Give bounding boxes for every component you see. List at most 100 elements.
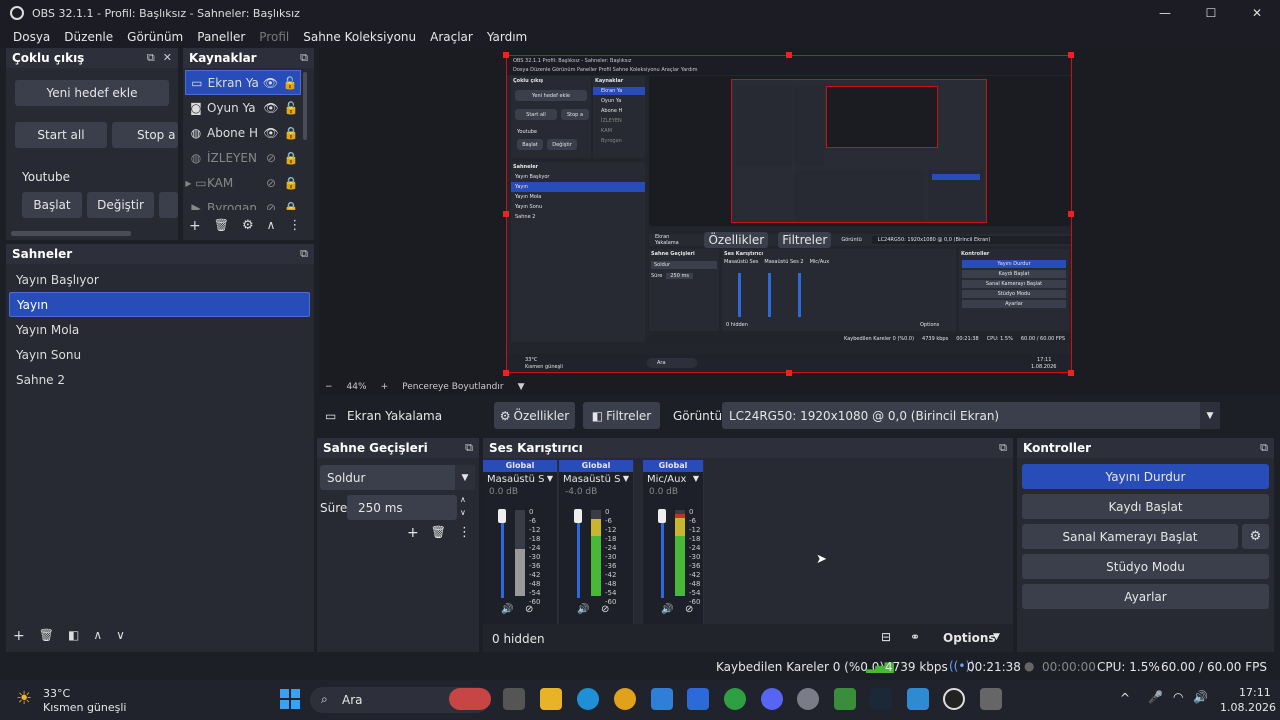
source-item[interactable]: ◍ Abone H 👁 🔒 [185,120,301,145]
spin-down-icon[interactable]: ∨ [460,508,466,517]
resize-handle-t[interactable] [786,52,792,58]
minimize-button[interactable]: — [1142,0,1188,26]
visibility-icon[interactable]: 👁 [261,101,281,115]
source-item[interactable]: ▸ ▭ KAM ⊘ 🔒 [185,170,301,195]
target-more-button[interactable] [159,192,178,218]
studio-mode-button[interactable]: Stüdyo Modu [1022,554,1269,579]
lock-icon[interactable]: 🔒 [281,151,301,165]
speaker-icon[interactable]: 🔊 [661,604,673,615]
steam-icon[interactable] [870,688,892,710]
start-record-button[interactable]: Kaydı Başlat [1022,494,1269,519]
chevron-down-icon[interactable]: ▼ [993,632,1000,642]
start-all-button[interactable]: Start all [15,122,107,148]
muted-speaker-icon[interactable]: 🔊 [501,604,513,615]
menu-item[interactable]: Sahne Koleksiyonu [303,30,416,44]
remove-scene-icon[interactable]: 🗑 [39,628,54,644]
menu-item[interactable]: Araçlar [430,30,473,44]
resize-handle-tr[interactable] [1068,52,1074,58]
volume-fader-track[interactable] [661,512,664,598]
app-thumbnail-icon[interactable] [449,688,491,710]
monitor-off-icon[interactable]: ⊘ [601,604,609,615]
zoom-in-button[interactable]: + [381,382,389,392]
add-scene-icon[interactable]: + [13,628,25,644]
settings-app-icon[interactable] [797,688,819,710]
menu-item[interactable]: Profil [259,30,289,44]
target-change-button[interactable]: Değiştir [87,192,154,218]
monitor-off-icon[interactable]: ⊘ [525,604,533,615]
source-item[interactable]: ◍ İZLEYEN ⊘ 🔒 [185,145,301,170]
undock-icon[interactable]: ⧉ [465,441,473,455]
source-item[interactable]: ▶ Byrogan ⊘ 🔒 [185,195,301,211]
play-app-icon[interactable] [834,688,856,710]
volume-fader-track[interactable] [577,512,580,598]
more-icon[interactable]: ⋮ [288,218,301,234]
chevron-down-icon[interactable]: ▼ [1200,402,1220,429]
tray-up-icon[interactable]: ^ [1120,691,1130,705]
add-source-icon[interactable]: + [189,218,201,234]
source-item[interactable]: ◙ Oyun Ya 👁 🔓 [185,95,301,120]
resize-handle-b[interactable] [786,370,792,376]
remove-transition-icon[interactable]: 🗑 [431,525,446,541]
visibility-icon[interactable]: ⊘ [261,176,281,190]
lock-icon[interactable]: 🔒 [281,201,301,211]
scene-item[interactable]: Sahne 2 [9,367,310,392]
menu-item[interactable]: Görünüm [127,30,183,44]
resize-handle-bl[interactable] [503,370,509,376]
visibility-icon[interactable]: ⊘ [261,151,281,165]
lock-icon[interactable]: 🔓 [280,76,300,90]
maximize-button[interactable]: ☐ [1188,0,1234,26]
source-item[interactable]: ▭ Ekran Ya 👁 🔓 [185,70,301,95]
scene-filters-icon[interactable]: ◧ [68,628,79,644]
channel-name-row[interactable]: Mic/Aux ▼ [643,472,703,487]
more-icon[interactable]: ⋮ [458,525,471,541]
channel-name-row[interactable]: Masaüstü Ses▼ [483,472,557,487]
source-settings-icon[interactable]: ⚙ [242,218,254,234]
scene-down-icon[interactable]: ∨ [116,628,125,644]
mic-icon[interactable]: 🎤 [1148,690,1163,704]
undock-icon[interactable]: ⧉ [300,51,308,65]
scene-item[interactable]: Yayın Sonu [9,342,310,367]
lock-icon[interactable]: 🔓 [281,101,301,115]
remote-desktop-icon[interactable] [907,688,929,710]
edge-icon[interactable] [577,688,599,710]
start-icon[interactable] [280,689,300,709]
wifi-icon[interactable]: ◠ [1173,690,1183,704]
volume-icon[interactable]: 🔊 [1193,690,1208,704]
obs-taskbar-icon[interactable] [943,688,965,710]
clock-time[interactable]: 17:11 [1239,686,1271,699]
menu-item[interactable]: Paneller [197,30,245,44]
zoom-dropdown-icon[interactable]: ▼ [518,382,525,392]
scene-up-icon[interactable]: ∧ [93,628,102,644]
resize-handle-r[interactable] [1068,211,1074,217]
scene-item[interactable]: Yayın Mola [9,317,310,342]
volume-fader-track[interactable] [501,512,504,598]
visibility-icon[interactable]: ⊘ [261,201,281,211]
transition-select[interactable]: Soldur ▼ [320,465,475,490]
chevron-down-icon[interactable]: ▼ [693,474,699,485]
undock-icon[interactable]: ⧉ [300,247,308,261]
discord-icon[interactable] [761,688,783,710]
new-target-button[interactable]: Yeni hedef ekle [15,80,169,106]
gear-icon[interactable]: ⚙ [1242,524,1269,549]
store-icon[interactable] [651,688,673,710]
visibility-icon[interactable]: 👁 [261,126,281,140]
close-dock-icon[interactable]: ✕ [163,51,172,65]
visibility-icon[interactable]: 👁 [261,76,281,90]
scene-item[interactable]: Yayın [9,292,310,317]
duration-field[interactable]: 250 ms [347,495,457,520]
sources-scrollbar[interactable] [303,72,307,140]
lock-icon[interactable]: 🔒 [281,126,301,140]
monitor-off-icon[interactable]: ⊘ [685,604,693,615]
chrome-icon[interactable] [614,688,636,710]
file-explorer-icon[interactable] [540,688,562,710]
settings-button[interactable]: Ayarlar [1022,584,1269,609]
properties-button[interactable]: ⚙ Özellikler [494,402,575,429]
resize-handle-l[interactable] [503,211,509,217]
scene-item[interactable]: Yayın Başlıyor [9,267,310,292]
options-button[interactable]: Options [943,631,996,645]
resize-handle-br[interactable] [1068,370,1074,376]
mixer-link-icon[interactable]: ⚭ [910,630,920,644]
volume-fader-handle[interactable] [498,509,506,523]
fit-to-window[interactable]: Pencereye Boyutlandır [402,382,503,392]
outlook-icon[interactable] [687,688,709,710]
